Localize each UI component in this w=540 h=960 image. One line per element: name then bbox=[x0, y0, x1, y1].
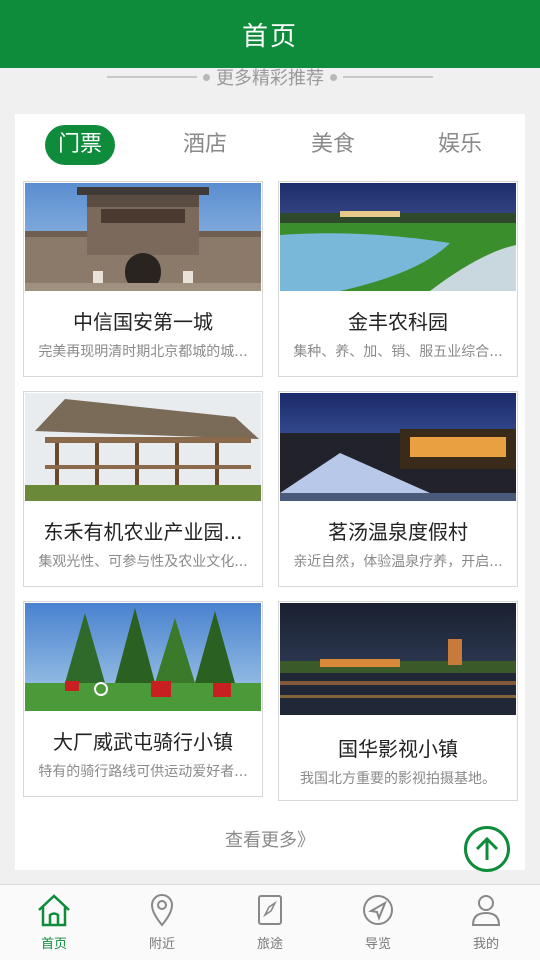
attraction-card[interactable]: 东禾有机农业产业园... 集观光性、可参与性及农业文化... bbox=[23, 391, 263, 587]
attraction-desc: 完美再现明清时期北京都城的城... bbox=[38, 344, 248, 360]
attraction-desc: 特有的骑行路线可供运动爱好者... bbox=[38, 764, 248, 780]
attraction-card[interactable]: 大厂威武屯骑行小镇 特有的骑行路线可供运动爱好者... bbox=[23, 601, 263, 797]
home-icon bbox=[38, 894, 70, 927]
divider-right bbox=[343, 76, 433, 78]
nav-label: 我的 bbox=[472, 937, 499, 952]
back-to-top-button[interactable] bbox=[464, 826, 510, 872]
tab-entertainment[interactable]: 娱乐 bbox=[425, 125, 495, 165]
attraction-title: 金丰农科园 bbox=[348, 310, 448, 334]
film-town-image bbox=[280, 603, 516, 715]
view-more-link[interactable]: 查看更多》 bbox=[15, 826, 525, 852]
attraction-card[interactable]: 中信国安第一城 完美再现明清时期北京都城的城... bbox=[23, 181, 263, 377]
tab-hotels[interactable]: 酒店 bbox=[170, 125, 240, 165]
nav-nearby[interactable]: 附近 bbox=[108, 893, 216, 959]
bottom-navigation: 首页 附近 旅途 导览 我的 bbox=[0, 884, 540, 960]
dot-left bbox=[203, 73, 210, 81]
divider-left bbox=[107, 76, 197, 78]
cycling-town-image bbox=[25, 603, 261, 711]
navigation-icon bbox=[363, 895, 393, 925]
nav-label: 导览 bbox=[364, 937, 391, 952]
attraction-desc: 集观光性、可参与性及农业文化... bbox=[38, 554, 248, 570]
attraction-desc: 我国北方重要的影视拍摄基地。 bbox=[300, 771, 496, 787]
map-icon bbox=[258, 895, 282, 925]
nav-label: 附近 bbox=[148, 937, 175, 952]
attraction-title: 大厂威武屯骑行小镇 bbox=[53, 730, 233, 754]
nav-journey[interactable]: 旅途 bbox=[216, 893, 324, 959]
page-title: 首页 bbox=[241, 21, 298, 52]
attraction-card[interactable]: 茗汤温泉度假村 亲近自然，体验温泉疗养，开启... bbox=[278, 391, 518, 587]
pavilion-image bbox=[25, 393, 261, 501]
recommend-card: 门票 酒店 美食 娱乐 中信国安第一城 完美再现明清时期北京都城的城... 金丰… bbox=[15, 114, 525, 872]
attraction-desc: 集种、养、加、销、服五业综合... bbox=[293, 344, 503, 360]
city-gate-image bbox=[25, 183, 261, 291]
attraction-card[interactable]: 金丰农科园 集种、养、加、销、服五业综合... bbox=[278, 181, 518, 377]
dot-right bbox=[330, 73, 337, 81]
attraction-title: 中信国安第一城 bbox=[73, 310, 213, 334]
category-tabs: 门票 酒店 美食 娱乐 bbox=[15, 122, 525, 170]
attraction-card[interactable]: 国华影视小镇 我国北方重要的影视拍摄基地。 bbox=[278, 601, 518, 801]
nav-profile[interactable]: 我的 bbox=[432, 893, 540, 959]
arrow-up-icon bbox=[475, 836, 499, 860]
tab-food[interactable]: 美食 bbox=[298, 125, 368, 165]
nav-label: 首页 bbox=[40, 937, 67, 952]
hot-spring-image bbox=[280, 393, 516, 501]
tab-tickets[interactable]: 门票 bbox=[45, 125, 115, 165]
attraction-title: 茗汤温泉度假村 bbox=[328, 520, 468, 544]
nav-guide[interactable]: 导览 bbox=[324, 893, 432, 959]
nav-label: 旅途 bbox=[256, 937, 283, 952]
app-header: 首页 bbox=[0, 0, 540, 68]
attraction-title: 国华影视小镇 bbox=[338, 737, 458, 761]
attraction-title: 东禾有机农业产业园... bbox=[43, 520, 243, 544]
nav-home[interactable]: 首页 bbox=[0, 893, 108, 959]
location-pin-icon bbox=[150, 894, 174, 927]
section-subtitle: 更多精彩推荐 bbox=[0, 62, 540, 92]
attraction-desc: 亲近自然，体验温泉疗养，开启... bbox=[293, 554, 503, 570]
section-subtitle-text: 更多精彩推荐 bbox=[216, 68, 324, 89]
farm-lake-image bbox=[280, 183, 516, 291]
user-icon bbox=[471, 895, 501, 926]
